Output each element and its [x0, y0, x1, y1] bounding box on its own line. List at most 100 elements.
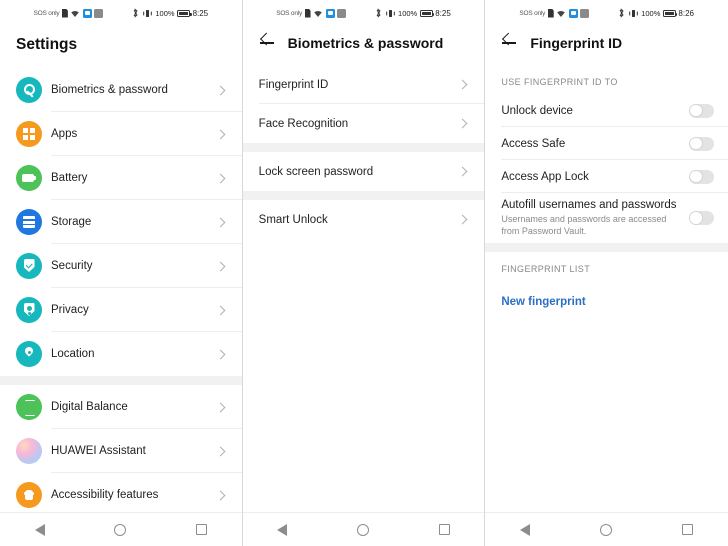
settings-item-accessibility[interactable]: Accessibility features [0, 473, 242, 512]
sim-icon [61, 8, 68, 18]
bluetooth-icon [133, 8, 138, 18]
apps-grid-icon [16, 121, 42, 147]
gray-app-icon [580, 8, 590, 18]
chevron-right-icon [215, 490, 226, 500]
toggle-row-texts: Unlock device [501, 99, 689, 123]
toggle-switch[interactable] [689, 136, 715, 151]
key-icon [16, 77, 42, 103]
status-time: 8:26 [678, 8, 694, 18]
section-divider [242, 191, 485, 200]
nav-recents-icon[interactable] [438, 524, 450, 535]
chevron-right-icon [457, 166, 468, 177]
nav-recents-icon[interactable] [195, 524, 207, 535]
section-divider [485, 243, 728, 253]
settings-item-label: Storage [51, 216, 92, 228]
sos-label: SOS only [276, 9, 303, 17]
nav-back-icon[interactable] [34, 523, 45, 536]
shield-person-icon [16, 297, 42, 323]
list-item-face-recognition[interactable]: Face Recognition [242, 104, 485, 143]
page-title: Biometrics & password [287, 34, 444, 51]
sos-label: SOS only [33, 9, 60, 17]
nav-back-icon[interactable] [277, 523, 288, 536]
battery-icon [419, 9, 435, 17]
list-item-smart-unlock[interactable]: Smart Unlock [242, 200, 485, 239]
gray-app-icon [94, 8, 104, 18]
chevron-right-icon [457, 79, 468, 90]
hand-icon [16, 482, 42, 508]
toggle-label: Access App Lock [501, 170, 589, 183]
page-title: Settings [16, 36, 78, 53]
status-bar-left: SOS only [33, 8, 104, 18]
back-arrow-icon[interactable] [259, 34, 276, 51]
bluetooth-icon [619, 8, 624, 18]
settings-item-huawei-assistant[interactable]: HUAWEI Assistant [0, 429, 242, 473]
vibrate-icon [385, 9, 395, 17]
toggle-row-access-safe[interactable]: Access Safe [485, 127, 728, 160]
settings-item-apps[interactable]: Apps [0, 112, 242, 156]
nav-bar [0, 512, 242, 546]
nav-recents-icon[interactable] [682, 524, 694, 535]
nav-home-icon[interactable] [356, 523, 369, 536]
chevron-right-icon [215, 402, 226, 412]
page-header: Fingerprint ID [485, 26, 728, 65]
status-time: 8:25 [192, 8, 209, 18]
blue-app-icon [325, 8, 335, 18]
toggle-subtitle: Usernames and passwords are accessed fro… [501, 214, 667, 237]
settings-item-biometrics[interactable]: Biometrics & password [0, 68, 242, 112]
settings-item-label: Privacy [51, 304, 89, 316]
bluetooth-icon [376, 8, 381, 18]
settings-item-digital-balance[interactable]: Digital Balance [0, 385, 242, 429]
hourglass-icon [16, 394, 42, 420]
status-bar-right: 100% 8:26 [618, 8, 694, 18]
settings-item-privacy[interactable]: Privacy [0, 288, 242, 332]
toggle-switch[interactable] [689, 211, 715, 226]
nav-home-icon[interactable] [600, 523, 613, 536]
chevron-right-icon [457, 214, 468, 225]
wifi-icon [557, 10, 566, 17]
chevron-right-icon [215, 349, 226, 359]
shield-check-icon [16, 253, 42, 279]
battery-icon [16, 165, 42, 191]
toggle-row-autofill[interactable]: Autofill usernames and passwords Usernam… [485, 193, 728, 244]
status-bar: SOS only 100% 8:26 [485, 0, 728, 26]
toggle-switch[interactable] [689, 103, 715, 118]
section-label-fingerprint-list: FINGERPRINT LIST [485, 252, 728, 282]
settings-item-label: Location [51, 348, 95, 360]
settings-item-security[interactable]: Security [0, 244, 242, 288]
location-pin-icon [16, 341, 42, 367]
list-item-label: Smart Unlock [258, 213, 328, 226]
status-bar-right: 100% 8:25 [132, 8, 208, 18]
toggle-label: Unlock device [501, 104, 573, 117]
sim-icon [547, 8, 554, 18]
list-item-lock-screen-password[interactable]: Lock screen password [242, 152, 485, 191]
status-time: 8:25 [435, 8, 451, 18]
vibrate-icon [628, 9, 638, 17]
blue-app-icon [82, 8, 92, 18]
nav-home-icon[interactable] [114, 523, 127, 536]
settings-item-location[interactable]: Location [0, 332, 242, 376]
nav-back-icon[interactable] [520, 523, 531, 536]
storage-icon [16, 209, 42, 235]
chevron-right-icon [215, 129, 226, 139]
section-divider [242, 143, 485, 152]
fingerprint-settings-list: USE FINGERPRINT ID TO Unlock device Acce… [485, 65, 728, 512]
battery-percent: 100% [155, 8, 175, 18]
status-bar: SOS only 100% 8:25 [243, 0, 485, 26]
toggle-row-unlock-device[interactable]: Unlock device [485, 94, 728, 127]
new-fingerprint-row[interactable]: New fingerprint [485, 281, 728, 311]
list-item-fingerprint-id[interactable]: Fingerprint ID [242, 65, 485, 104]
settings-item-battery[interactable]: Battery [0, 156, 242, 200]
toggle-row-texts: Access Safe [501, 132, 689, 156]
settings-item-label: Biometrics & password [51, 84, 168, 96]
new-fingerprint-link[interactable]: New fingerprint [501, 296, 585, 308]
battery-percent: 100% [641, 8, 661, 18]
assistant-sphere-icon [16, 438, 42, 464]
toggle-switch[interactable] [689, 169, 715, 184]
back-arrow-icon[interactable] [501, 34, 518, 51]
settings-item-label: Security [51, 260, 93, 272]
settings-item-storage[interactable]: Storage [0, 200, 242, 244]
toggle-row-access-app-lock[interactable]: Access App Lock [485, 160, 728, 193]
status-bar-right: 100% 8:25 [375, 8, 451, 18]
panel-fingerprint-id: SOS only 100% 8:26 Fingerprint ID USE FI… [485, 0, 728, 546]
chevron-right-icon [215, 173, 226, 183]
